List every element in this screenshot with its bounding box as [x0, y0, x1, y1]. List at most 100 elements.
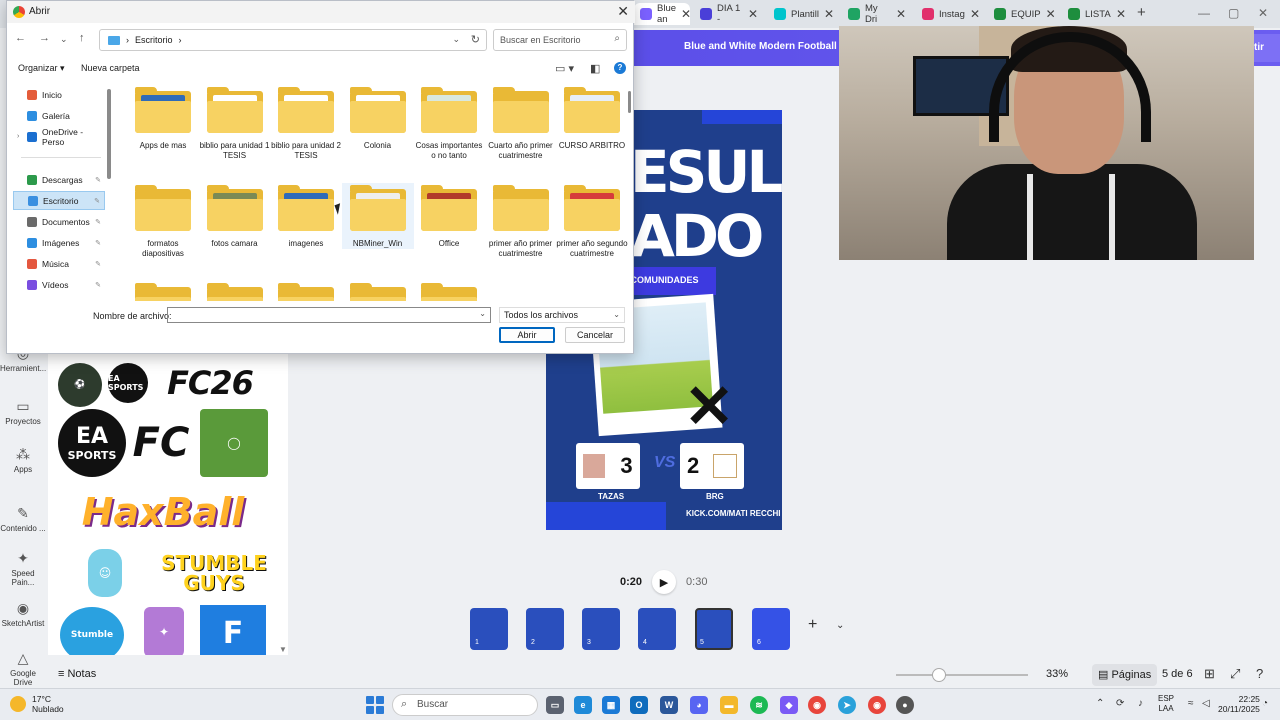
sticker-stumble-guys[interactable]: STUMBLE GUYS	[161, 547, 267, 599]
folder-item[interactable]: NBMiner_Win	[341, 183, 414, 249]
chevron-down-icon[interactable]: ⌄	[836, 620, 844, 631]
address-bar[interactable]: › Escritorio › ⌄ ↻	[99, 29, 487, 51]
sticker-fc26[interactable]: FC26	[150, 363, 270, 403]
notification-icon[interactable]: ◔	[1262, 698, 1268, 709]
tab-close-icon[interactable]: ✕	[1046, 7, 1056, 21]
rail-item[interactable]: ✦ Speed Pain...	[0, 550, 46, 587]
help-icon[interactable]: ?	[1256, 666, 1263, 681]
filetype-select[interactable]: Todos los archivos ⌄	[499, 307, 625, 323]
rail-item[interactable]: ⁂ Apps	[0, 446, 46, 474]
refresh-icon[interactable]: ↻	[471, 33, 480, 46]
nav-item[interactable]: Galería	[13, 106, 105, 125]
tab-close-icon[interactable]: ✕	[748, 7, 758, 21]
folder-item[interactable]: biblio para unidad 2 TESIS	[270, 85, 342, 161]
chrome-profile-icon[interactable]: ◉	[868, 696, 886, 714]
cancel-button[interactable]: Cancelar	[565, 327, 625, 343]
chrome-icon[interactable]: ◉	[808, 696, 826, 714]
sticker-soccer-logo[interactable]: ⚽	[58, 363, 102, 407]
app-icon[interactable]: ◆	[780, 696, 798, 714]
sticker-llama[interactable]: ✦	[144, 607, 184, 655]
discord-icon[interactable]: ◕	[690, 696, 708, 714]
back-arrow-icon[interactable]: ←	[15, 32, 26, 44]
tray-chevron-icon[interactable]: ⌃	[1096, 698, 1104, 709]
breadcrumb-escritorio[interactable]: Escritorio	[135, 35, 173, 50]
nav-item[interactable]: Inicio	[13, 85, 105, 104]
folder-item-partial[interactable]	[127, 281, 199, 301]
add-page-button[interactable]: +	[808, 616, 817, 634]
outlook-icon[interactable]: O	[630, 696, 648, 714]
tab-close-icon[interactable]: ✕	[970, 7, 980, 21]
obs-icon[interactable]: ●	[896, 696, 914, 714]
up-arrow-icon[interactable]: ↑	[79, 32, 85, 44]
nav-item[interactable]: Imágenes ✎	[13, 233, 105, 252]
taskbar-search[interactable]: ⌕ Buscar	[392, 694, 538, 716]
browser-tab[interactable]: My Dri ✕	[842, 3, 912, 25]
dialog-close-icon[interactable]: ✕	[617, 3, 629, 20]
tab-close-icon[interactable]: ✕	[896, 7, 906, 21]
address-dropdown-icon[interactable]: ⌄	[452, 34, 460, 45]
nav-item[interactable]: › OneDrive - Perso	[13, 127, 105, 147]
system-clock[interactable]: 22:25 20/11/2025	[1218, 694, 1260, 714]
nav-pane-scrollbar[interactable]	[107, 89, 111, 179]
folder-item[interactable]: primer año segundo cuatrimestre	[556, 183, 628, 259]
fullscreen-icon[interactable]: ⤢	[1230, 666, 1240, 682]
sticker-pitch[interactable]: ◯	[200, 409, 268, 477]
folder-item[interactable]: primer año primer cuatrimestre	[485, 183, 557, 259]
folder-item-partial[interactable]	[413, 281, 485, 301]
browser-tab[interactable]: Plantill ✕	[768, 3, 838, 25]
folder-item[interactable]: Cosas importantes o no tanto	[413, 85, 485, 161]
grid-scrollbar[interactable]	[628, 91, 631, 113]
zoom-slider-handle[interactable]	[932, 668, 946, 682]
nav-item[interactable]: Documentos ✎	[13, 212, 105, 231]
filename-input[interactable]: ⌄	[167, 307, 491, 323]
new-tab-button[interactable]: +	[1137, 4, 1146, 21]
sticker-stumble-character[interactable]: ☺	[88, 549, 122, 597]
edge-icon[interactable]: e	[574, 696, 592, 714]
sticker-fortnite[interactable]: F	[200, 605, 266, 655]
minimize-icon[interactable]: —	[1198, 6, 1210, 20]
help-icon[interactable]: ?	[614, 62, 626, 74]
word-icon[interactable]: W	[660, 696, 678, 714]
preview-pane-icon[interactable]: ◧	[590, 62, 600, 75]
expand-chevron-icon[interactable]: ›	[17, 133, 19, 140]
new-folder-button[interactable]: Nueva carpeta	[81, 63, 140, 73]
close-window-icon[interactable]: ✕	[1258, 6, 1268, 20]
folder-item[interactable]: imagenes	[270, 183, 342, 249]
rail-item[interactable]: ◉ SketchArtist	[0, 600, 46, 628]
folder-item[interactable]: biblio para unidad 1 TESIS	[199, 85, 271, 161]
tab-close-icon[interactable]: ✕	[824, 7, 834, 21]
view-options-icon[interactable]: ▭ ▾	[555, 62, 574, 75]
folder-item[interactable]: Cuarto año primer cuatrimestre	[485, 85, 557, 161]
nav-item[interactable]: Descargas ✎	[13, 170, 105, 189]
volume-icon[interactable]: ◁	[1202, 698, 1210, 709]
explorer-icon[interactable]: ▬	[720, 696, 738, 714]
folder-item[interactable]: Colonia	[342, 85, 414, 151]
panel-scroll-down-icon[interactable]: ▼	[279, 645, 287, 654]
folder-item[interactable]: CURSO ARBITRO	[556, 85, 628, 151]
play-icon[interactable]: ▶	[652, 570, 677, 594]
sticker-ea-sports-small[interactable]: EA SPORTS	[108, 363, 148, 403]
browser-tab[interactable]: DIA 1 - ✕	[694, 3, 764, 25]
folder-item[interactable]: Office	[413, 183, 485, 249]
tab-close-icon[interactable]: ✕	[1116, 7, 1126, 21]
nav-item[interactable]: Música ✎	[13, 254, 105, 273]
page-thumbnail[interactable]: 1	[470, 608, 508, 650]
page-thumbnail[interactable]: 4	[638, 608, 676, 650]
weather-widget[interactable]: 17°C Nublado	[10, 694, 64, 714]
rail-item[interactable]: ▭ Proyectos	[0, 398, 46, 426]
sticker-stumble-badge[interactable]: Stumble	[60, 607, 124, 655]
folder-item[interactable]: fotos camara	[199, 183, 271, 249]
page-thumbnail[interactable]: 6	[752, 608, 790, 650]
store-icon[interactable]: ▦	[602, 696, 620, 714]
maximize-icon[interactable]: ▢	[1228, 6, 1239, 20]
nav-item[interactable]: Escritorio ✎	[13, 191, 105, 210]
sticker-ea-sports[interactable]: EA SPORTS	[58, 409, 126, 477]
sticker-fc[interactable]: FC	[128, 409, 194, 477]
browser-tab[interactable]: EQUIP ✕	[988, 3, 1058, 25]
page-thumbnail[interactable]: 5	[695, 608, 733, 650]
search-input[interactable]: Buscar en Escritorio ⌕	[493, 29, 627, 51]
notes-button[interactable]: ≡ Notas	[58, 668, 96, 680]
sync-icon[interactable]: ⟳	[1116, 698, 1124, 709]
rail-item[interactable]: ✎ Contenido ...	[0, 505, 46, 533]
folder-item-partial[interactable]	[342, 281, 414, 301]
